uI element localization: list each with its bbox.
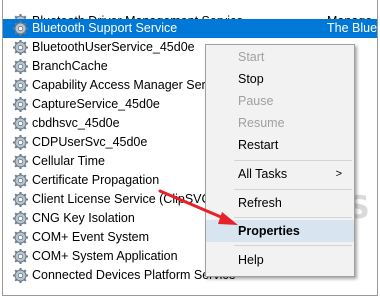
- menu-item-start: Start: [238, 50, 265, 64]
- context-menu: Start Stop Pause Resume Restart All Task…: [205, 44, 355, 277]
- menu-separator: [234, 245, 352, 246]
- menu-item-pause: Pause: [238, 94, 274, 108]
- gear-icon: [12, 191, 29, 208]
- gear-icon: [12, 96, 29, 113]
- submenu-arrow-icon: >: [335, 168, 342, 180]
- gear-icon: [12, 58, 29, 75]
- service-description: The Blue: [327, 21, 378, 35]
- gear-icon: [12, 248, 29, 265]
- menu-separator: [234, 160, 352, 161]
- menu-separator: [234, 189, 352, 190]
- gear-icon: [12, 134, 29, 151]
- gear-icon: [12, 229, 29, 246]
- menu-item-all-tasks[interactable]: All Tasks >: [206, 163, 354, 185]
- gear-icon: [12, 77, 29, 94]
- menu-item-stop[interactable]: Stop: [206, 68, 354, 90]
- gear-icon: [12, 153, 29, 170]
- gear-icon: [12, 115, 29, 132]
- gear-icon: [12, 172, 29, 189]
- service-row[interactable]: Bluetooth Support Service The Blue: [3, 19, 377, 38]
- menu-item-refresh[interactable]: Refresh: [206, 192, 354, 214]
- gear-icon: [12, 20, 29, 37]
- gear-icon: [12, 39, 29, 56]
- menu-separator: [234, 217, 352, 218]
- service-name: Bluetooth Support Service: [32, 21, 178, 35]
- menu-item-restart[interactable]: Restart: [206, 134, 354, 156]
- menu-item-properties[interactable]: Properties: [206, 220, 354, 242]
- menu-item-resume: Resume: [238, 116, 285, 130]
- menu-item-all-tasks-label: All Tasks: [238, 167, 288, 181]
- menu-item-help[interactable]: Help: [206, 249, 354, 271]
- gear-icon: [12, 267, 29, 284]
- gear-icon: [12, 210, 29, 227]
